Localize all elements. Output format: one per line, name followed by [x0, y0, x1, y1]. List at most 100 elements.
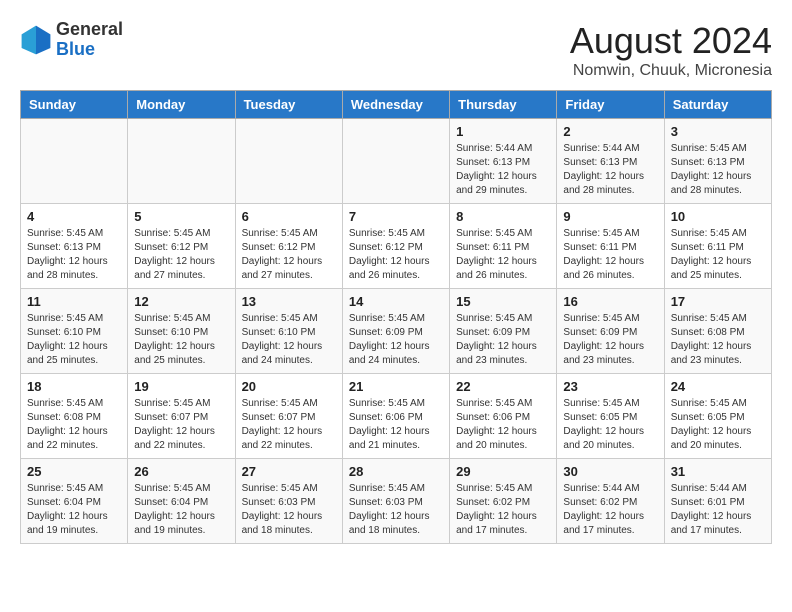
day-cell-1: 1 Sunrise: 5:44 AM Sunset: 6:13 PM Daylig… [450, 119, 557, 204]
calendar-table: SundayMondayTuesdayWednesdayThursdayFrid… [20, 90, 772, 544]
day-cell-17: 17 Sunrise: 5:45 AM Sunset: 6:08 PM Dayli… [664, 289, 771, 374]
day-info: Sunrise: 5:45 AM Sunset: 6:04 PM Dayligh… [134, 482, 228, 538]
day-number: 12 [134, 294, 228, 309]
day-info: Sunrise: 5:45 AM Sunset: 6:05 PM Dayligh… [563, 397, 657, 453]
day-number: 17 [671, 294, 765, 309]
day-number: 27 [242, 464, 336, 479]
day-info: Sunrise: 5:45 AM Sunset: 6:06 PM Dayligh… [349, 397, 443, 453]
day-cell-12: 12 Sunrise: 5:45 AM Sunset: 6:10 PM Dayli… [128, 289, 235, 374]
day-number: 23 [563, 379, 657, 394]
day-number: 1 [456, 124, 550, 139]
empty-cell [342, 119, 449, 204]
day-number: 31 [671, 464, 765, 479]
day-number: 9 [563, 209, 657, 224]
day-cell-4: 4 Sunrise: 5:45 AM Sunset: 6:13 PM Daylig… [21, 204, 128, 289]
day-number: 24 [671, 379, 765, 394]
day-number: 30 [563, 464, 657, 479]
day-cell-3: 3 Sunrise: 5:45 AM Sunset: 6:13 PM Daylig… [664, 119, 771, 204]
day-info: Sunrise: 5:45 AM Sunset: 6:05 PM Dayligh… [671, 397, 765, 453]
day-cell-14: 14 Sunrise: 5:45 AM Sunset: 6:09 PM Dayli… [342, 289, 449, 374]
day-info: Sunrise: 5:45 AM Sunset: 6:11 PM Dayligh… [456, 227, 550, 283]
day-info: Sunrise: 5:45 AM Sunset: 6:06 PM Dayligh… [456, 397, 550, 453]
day-number: 28 [349, 464, 443, 479]
column-header-tuesday: Tuesday [235, 91, 342, 119]
column-header-sunday: Sunday [21, 91, 128, 119]
day-info: Sunrise: 5:45 AM Sunset: 6:13 PM Dayligh… [27, 227, 121, 283]
column-header-monday: Monday [128, 91, 235, 119]
day-cell-21: 21 Sunrise: 5:45 AM Sunset: 6:06 PM Dayli… [342, 374, 449, 459]
day-number: 4 [27, 209, 121, 224]
day-info: Sunrise: 5:45 AM Sunset: 6:10 PM Dayligh… [27, 312, 121, 368]
day-info: Sunrise: 5:45 AM Sunset: 6:10 PM Dayligh… [134, 312, 228, 368]
day-cell-20: 20 Sunrise: 5:45 AM Sunset: 6:07 PM Dayli… [235, 374, 342, 459]
day-number: 13 [242, 294, 336, 309]
day-info: Sunrise: 5:45 AM Sunset: 6:12 PM Dayligh… [349, 227, 443, 283]
day-info: Sunrise: 5:45 AM Sunset: 6:07 PM Dayligh… [242, 397, 336, 453]
day-number: 15 [456, 294, 550, 309]
title-block: August 2024 Nomwin, Chuuk, Micronesia [570, 20, 772, 80]
day-info: Sunrise: 5:45 AM Sunset: 6:09 PM Dayligh… [349, 312, 443, 368]
day-info: Sunrise: 5:45 AM Sunset: 6:11 PM Dayligh… [671, 227, 765, 283]
day-number: 5 [134, 209, 228, 224]
day-info: Sunrise: 5:45 AM Sunset: 6:02 PM Dayligh… [456, 482, 550, 538]
day-info: Sunrise: 5:44 AM Sunset: 6:13 PM Dayligh… [563, 142, 657, 198]
day-info: Sunrise: 5:45 AM Sunset: 6:11 PM Dayligh… [563, 227, 657, 283]
day-info: Sunrise: 5:45 AM Sunset: 6:10 PM Dayligh… [242, 312, 336, 368]
day-info: Sunrise: 5:45 AM Sunset: 6:03 PM Dayligh… [242, 482, 336, 538]
day-info: Sunrise: 5:44 AM Sunset: 6:01 PM Dayligh… [671, 482, 765, 538]
logo: General Blue [20, 20, 123, 60]
day-cell-19: 19Sunrise: 5:45 AM Sunset: 6:07 PM Dayli… [128, 374, 235, 459]
day-number: 14 [349, 294, 443, 309]
day-cell-22: 22 Sunrise: 5:45 AM Sunset: 6:06 PM Dayli… [450, 374, 557, 459]
day-info: Sunrise: 5:45 AM Sunset: 6:09 PM Dayligh… [563, 312, 657, 368]
day-cell-23: 23 Sunrise: 5:45 AM Sunset: 6:05 PM Dayli… [557, 374, 664, 459]
week-row-5: 25 Sunrise: 5:45 AM Sunset: 6:04 PM Dayli… [21, 459, 772, 544]
logo-text: General Blue [56, 20, 123, 60]
week-row-2: 4 Sunrise: 5:45 AM Sunset: 6:13 PM Daylig… [21, 204, 772, 289]
page-header: General Blue August 2024 Nomwin, Chuuk, … [20, 20, 772, 80]
day-cell-31: 31 Sunrise: 5:44 AM Sunset: 6:01 PM Dayli… [664, 459, 771, 544]
day-cell-27: 27 Sunrise: 5:45 AM Sunset: 6:03 PM Dayli… [235, 459, 342, 544]
day-number: 2 [563, 124, 657, 139]
day-number: 19 [134, 379, 228, 394]
day-cell-11: 11 Sunrise: 5:45 AM Sunset: 6:10 PM Dayli… [21, 289, 128, 374]
empty-cell [21, 119, 128, 204]
day-number: 7 [349, 209, 443, 224]
day-number: 25 [27, 464, 121, 479]
day-number: 6 [242, 209, 336, 224]
day-info: Sunrise: 5:45 AM Sunset: 6:13 PM Dayligh… [671, 142, 765, 198]
day-number: 11 [27, 294, 121, 309]
day-info: Sunrise: 5:44 AM Sunset: 6:13 PM Dayligh… [456, 142, 550, 198]
day-info: Sunrise: 5:45 AM Sunset: 6:12 PM Dayligh… [134, 227, 228, 283]
week-row-1: 1 Sunrise: 5:44 AM Sunset: 6:13 PM Daylig… [21, 119, 772, 204]
day-info: Sunrise: 5:45 AM Sunset: 6:09 PM Dayligh… [456, 312, 550, 368]
day-cell-29: 29 Sunrise: 5:45 AM Sunset: 6:02 PM Dayli… [450, 459, 557, 544]
day-number: 21 [349, 379, 443, 394]
logo-icon [20, 24, 52, 56]
day-number: 29 [456, 464, 550, 479]
day-cell-25: 25Sunrise: 5:45 AM Sunset: 6:04 PM Dayli… [21, 459, 128, 544]
day-cell-26: 26Sunrise: 5:45 AM Sunset: 6:04 PM Dayli… [128, 459, 235, 544]
day-cell-9: 9 Sunrise: 5:45 AM Sunset: 6:11 PM Daylig… [557, 204, 664, 289]
day-number: 16 [563, 294, 657, 309]
day-info: Sunrise: 5:45 AM Sunset: 6:08 PM Dayligh… [27, 397, 121, 453]
day-info: Sunrise: 5:44 AM Sunset: 6:02 PM Dayligh… [563, 482, 657, 538]
column-header-friday: Friday [557, 91, 664, 119]
day-cell-30: 30 Sunrise: 5:44 AM Sunset: 6:02 PM Dayli… [557, 459, 664, 544]
day-info: Sunrise: 5:45 AM Sunset: 6:08 PM Dayligh… [671, 312, 765, 368]
day-cell-5: 5 Sunrise: 5:45 AM Sunset: 6:12 PM Daylig… [128, 204, 235, 289]
day-cell-15: 15 Sunrise: 5:45 AM Sunset: 6:09 PM Dayli… [450, 289, 557, 374]
day-info: Sunrise: 5:45 AM Sunset: 6:12 PM Dayligh… [242, 227, 336, 283]
day-number: 18 [27, 379, 121, 394]
day-cell-8: 8 Sunrise: 5:45 AM Sunset: 6:11 PM Daylig… [450, 204, 557, 289]
day-number: 20 [242, 379, 336, 394]
day-number: 8 [456, 209, 550, 224]
column-header-saturday: Saturday [664, 91, 771, 119]
column-header-wednesday: Wednesday [342, 91, 449, 119]
day-number: 3 [671, 124, 765, 139]
week-row-3: 11 Sunrise: 5:45 AM Sunset: 6:10 PM Dayli… [21, 289, 772, 374]
day-info: Sunrise: 5:45 AM Sunset: 6:03 PM Dayligh… [349, 482, 443, 538]
day-number: 22 [456, 379, 550, 394]
month-year: August 2024 [570, 20, 772, 62]
day-number: 10 [671, 209, 765, 224]
